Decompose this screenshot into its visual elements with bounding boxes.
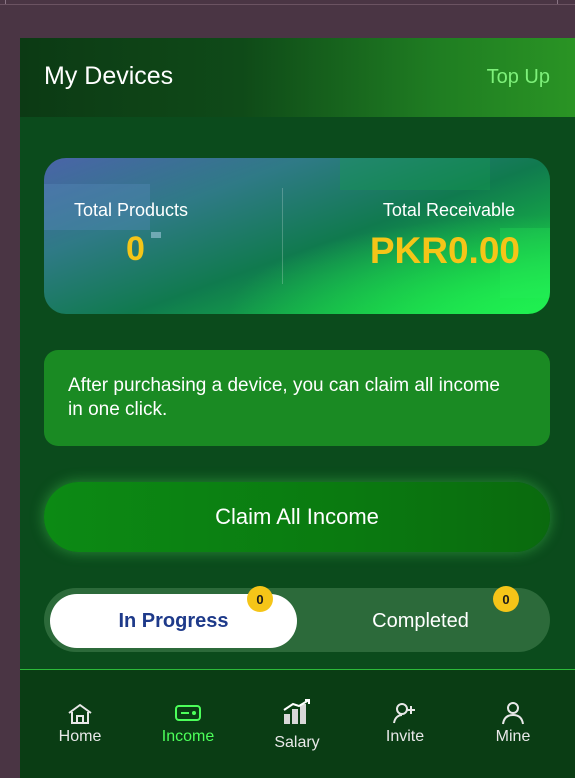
top-up-link[interactable]: Top Up: [487, 66, 550, 89]
header-bar: My Devices Top Up: [20, 38, 575, 117]
stats-divider: [282, 188, 283, 284]
nav-label-home: Home: [58, 728, 102, 745]
user-icon: [502, 702, 524, 725]
info-card: After purchasing a device, you can claim…: [44, 350, 550, 446]
total-receivable-value: PKR0.00: [369, 230, 520, 271]
stats-card: Total Products 0 Total Receivable PKR0.0…: [44, 158, 550, 314]
income-icon: [175, 705, 201, 721]
tab-label: Completed: [372, 609, 469, 632]
window-tick-left: [5, 0, 6, 4]
nav-label-mine: Mine: [495, 728, 531, 745]
nav-item-salary[interactable]: Salary: [247, 670, 347, 778]
completed-count-badge: 0: [493, 586, 519, 612]
home-icon: [68, 704, 92, 724]
bottom-nav: Home Income Salary Invite Mine: [20, 669, 575, 778]
claim-button-label: Claim All Income: [215, 504, 379, 529]
total-receivable-label: Total Receivable: [382, 200, 515, 220]
invite-icon: [393, 703, 415, 724]
salary-icon: [283, 699, 310, 724]
info-text: After purchasing a device, you can claim…: [68, 375, 500, 420]
status-tabs: In Progress Completed 0 0: [44, 586, 550, 652]
nav-label-income: Income: [161, 728, 215, 745]
card-decoration: [340, 158, 490, 190]
page-title: My Devices: [44, 62, 174, 90]
total-products-value: 0: [126, 230, 145, 268]
nav-item-home[interactable]: Home: [30, 670, 130, 778]
nav-label-salary: Salary: [274, 734, 320, 751]
nav-label-invite: Invite: [385, 728, 425, 745]
in-progress-count-badge: 0: [247, 586, 273, 612]
window-tick-right: [557, 0, 558, 4]
window-top-border: [0, 4, 575, 5]
total-products-label: Total Products: [74, 200, 189, 220]
card-decoration: [151, 232, 161, 238]
nav-item-invite[interactable]: Invite: [355, 670, 455, 778]
tab-label: In Progress: [118, 609, 229, 632]
nav-item-mine[interactable]: Mine: [463, 670, 563, 778]
claim-all-income-button[interactable]: Claim All Income: [44, 482, 550, 552]
nav-item-income[interactable]: Income: [138, 670, 238, 778]
app-container: My Devices Top Up Total Products 0 Total…: [20, 38, 575, 778]
